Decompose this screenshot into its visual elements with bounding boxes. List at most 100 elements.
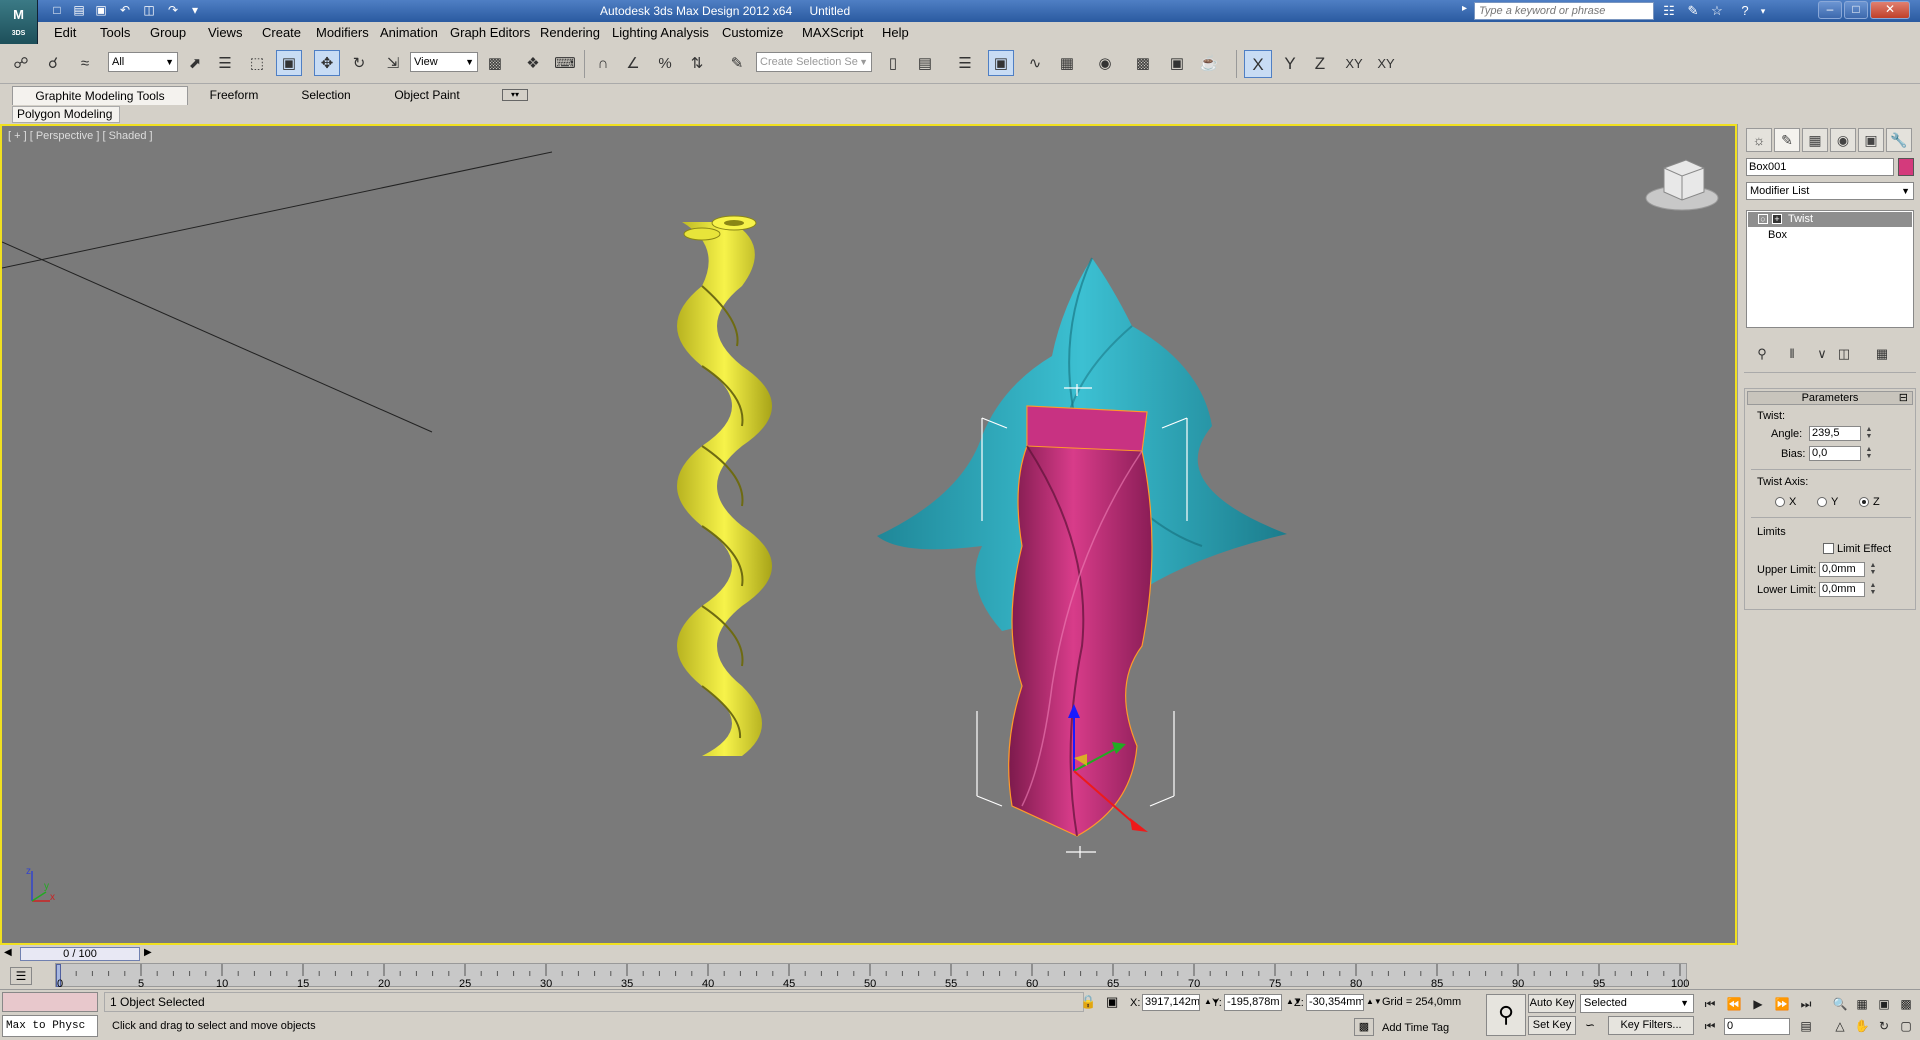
- render-production-icon[interactable]: ☕: [1196, 50, 1222, 76]
- undo-icon[interactable]: ↶: [116, 2, 134, 19]
- layer-manager-icon[interactable]: ☰: [952, 50, 978, 76]
- search-input[interactable]: Type a keyword or phrase: [1474, 2, 1654, 20]
- lower-limit-spinner-icon[interactable]: ▲ ▼: [1869, 582, 1877, 597]
- menu-maxscript[interactable]: MAXScript: [802, 25, 863, 41]
- new-file-icon[interactable]: □: [48, 2, 66, 19]
- z-spinner-icon[interactable]: ▲▼: [1366, 997, 1382, 1006]
- menu-tools[interactable]: Tools: [100, 25, 130, 41]
- display-tab-icon[interactable]: ▣: [1858, 128, 1884, 152]
- next-frame-icon[interactable]: ⏩: [1772, 994, 1792, 1014]
- set-key-button[interactable]: Set Key: [1528, 1016, 1576, 1035]
- quick-access-dropdown-icon[interactable]: ▾: [186, 2, 204, 19]
- track-bar[interactable]: ☰ 0 5 10 15 20 25 30 35 40 45 50 55 60 65 70 75 80 85 90 95…: [0, 963, 1920, 990]
- expand-icon[interactable]: +: [1772, 214, 1782, 224]
- curve-editor-icon[interactable]: ∿: [1022, 50, 1048, 76]
- axis-constraint-x-button[interactable]: X: [1244, 50, 1272, 78]
- absolute-mode-icon[interactable]: ▣: [1106, 994, 1118, 1010]
- render-setup-icon[interactable]: ▩: [1130, 50, 1156, 76]
- search-arrow-icon[interactable]: ▸: [1462, 3, 1467, 14]
- maximize-viewport-icon[interactable]: ▢: [1896, 1016, 1916, 1036]
- parameters-rollout-header[interactable]: Parameters ⊟: [1747, 391, 1913, 405]
- axis-x-radio[interactable]: [1775, 497, 1785, 507]
- pivot-center-icon[interactable]: ▩: [482, 50, 508, 76]
- tab-object-paint[interactable]: Object Paint: [382, 86, 472, 105]
- mini-curve-editor-icon[interactable]: ☰: [10, 967, 32, 985]
- maximize-button[interactable]: □: [1844, 1, 1868, 19]
- default-tangent-icon[interactable]: ∽: [1580, 1018, 1600, 1036]
- select-and-move-icon[interactable]: ✥: [314, 50, 340, 76]
- utilities-tab-icon[interactable]: 🔧: [1886, 128, 1912, 152]
- menu-customize[interactable]: Customize: [722, 25, 783, 41]
- previous-frame-icon[interactable]: ⏪: [1724, 994, 1744, 1014]
- communication-icon[interactable]: ✎: [1682, 2, 1704, 20]
- object-name-field[interactable]: Box001: [1746, 158, 1894, 176]
- field-of-view-icon[interactable]: △: [1830, 1016, 1850, 1036]
- make-unique-icon[interactable]: ∨: [1812, 344, 1832, 364]
- unlink-icon[interactable]: ☌: [40, 50, 66, 76]
- axis-constraint-xy-cycle-button[interactable]: XY: [1372, 50, 1400, 78]
- auto-key-button[interactable]: Auto Key: [1528, 994, 1576, 1013]
- menu-help[interactable]: Help: [882, 25, 909, 41]
- menu-group[interactable]: Group: [150, 25, 186, 41]
- menu-lighting-analysis[interactable]: Lighting Analysis: [612, 25, 709, 41]
- go-to-start-icon[interactable]: ⏮: [1700, 994, 1720, 1014]
- select-and-scale-icon[interactable]: ⇲: [380, 50, 406, 76]
- minimize-button[interactable]: –: [1818, 1, 1842, 19]
- menu-modifiers[interactable]: Modifiers: [316, 25, 369, 41]
- axis-constraint-y-button[interactable]: Y: [1276, 50, 1304, 78]
- select-by-name-icon[interactable]: ☰: [212, 50, 238, 76]
- tab-selection[interactable]: Selection: [290, 86, 362, 105]
- stack-item-twist[interactable]: ○ + Twist: [1748, 212, 1912, 227]
- zoom-icon[interactable]: 🔍: [1830, 994, 1850, 1014]
- help-dropdown-icon[interactable]: ▾: [1752, 2, 1774, 20]
- zoom-all-icon[interactable]: ▦: [1852, 994, 1872, 1014]
- bias-input[interactable]: 0,0: [1809, 446, 1861, 461]
- menu-rendering[interactable]: Rendering: [540, 25, 600, 41]
- lock-selection-icon[interactable]: 🔒: [1080, 994, 1096, 1010]
- tab-freeform[interactable]: Freeform: [198, 86, 270, 105]
- open-file-icon[interactable]: ▤: [70, 2, 88, 19]
- close-button[interactable]: ✕: [1870, 1, 1910, 19]
- x-coord-input[interactable]: 3917,142m: [1142, 994, 1200, 1011]
- window-crossing-icon[interactable]: ▣: [276, 50, 302, 76]
- show-end-result-icon[interactable]: ‖: [1782, 344, 1802, 364]
- reference-coordinate-dropdown[interactable]: View ▼: [410, 52, 478, 72]
- mirror-icon[interactable]: ▯: [880, 50, 906, 76]
- axis-y-radio[interactable]: [1817, 497, 1827, 507]
- rectangular-selection-icon[interactable]: ⬚: [244, 50, 270, 76]
- selected-set-dropdown[interactable]: Selected ▼: [1580, 994, 1694, 1013]
- add-time-tag[interactable]: Add Time Tag: [1382, 1022, 1449, 1034]
- magenta-twisted-box[interactable]: [1008, 405, 1153, 837]
- upper-limit-spinner-icon[interactable]: ▲ ▼: [1869, 562, 1877, 577]
- orbit-icon[interactable]: ↻: [1874, 1016, 1894, 1036]
- track-bar-ruler[interactable]: 0 5 10 15 20 25 30 35 40 45 50 55 60 65 70 75 80 85 90 95 10…: [55, 963, 1689, 990]
- axis-constraint-xy-button[interactable]: XY: [1340, 50, 1368, 78]
- polygon-modeling-panel[interactable]: Polygon Modeling: [12, 106, 120, 123]
- hold-icon[interactable]: ◫: [140, 2, 158, 19]
- menu-animation[interactable]: Animation: [380, 25, 438, 41]
- y-coord-input[interactable]: -195,878m: [1224, 994, 1282, 1011]
- favorites-icon[interactable]: ☆: [1706, 2, 1728, 20]
- ribbon-options-icon[interactable]: ▾▾: [502, 89, 528, 101]
- menu-edit[interactable]: Edit: [54, 25, 76, 41]
- motion-tab-icon[interactable]: ◉: [1830, 128, 1856, 152]
- tab-graphite-modeling-tools[interactable]: Graphite Modeling Tools: [12, 86, 188, 105]
- pan-icon[interactable]: ✋: [1852, 1016, 1872, 1036]
- perspective-viewport[interactable]: [ + ] [ Perspective ] [ Shaded ] z y x: [0, 124, 1737, 945]
- menu-graph-editors[interactable]: Graph Editors: [450, 25, 530, 41]
- save-icon[interactable]: ▣: [92, 2, 110, 19]
- time-configuration-icon[interactable]: ▤: [1796, 1016, 1816, 1036]
- selection-filter-dropdown[interactable]: All ▼: [108, 52, 178, 72]
- rendered-frame-window-icon[interactable]: ▣: [1164, 50, 1190, 76]
- viewport-label[interactable]: [ + ] [ Perspective ] [ Shaded ]: [8, 130, 153, 142]
- prev-frame-icon[interactable]: ◀: [4, 947, 12, 958]
- zoom-extents-icon[interactable]: ▣: [1874, 994, 1894, 1014]
- time-tag-icon[interactable]: ▩: [1354, 1018, 1374, 1036]
- menu-views[interactable]: Views: [208, 25, 242, 41]
- next-frame-icon[interactable]: ▶: [144, 947, 152, 958]
- angle-snap-icon[interactable]: ∠: [620, 50, 646, 76]
- limit-effect-checkbox[interactable]: [1823, 543, 1834, 554]
- object-color-swatch[interactable]: [1898, 158, 1914, 176]
- stack-item-box[interactable]: Box: [1748, 228, 1912, 243]
- modify-tab-icon[interactable]: ✎: [1774, 128, 1800, 152]
